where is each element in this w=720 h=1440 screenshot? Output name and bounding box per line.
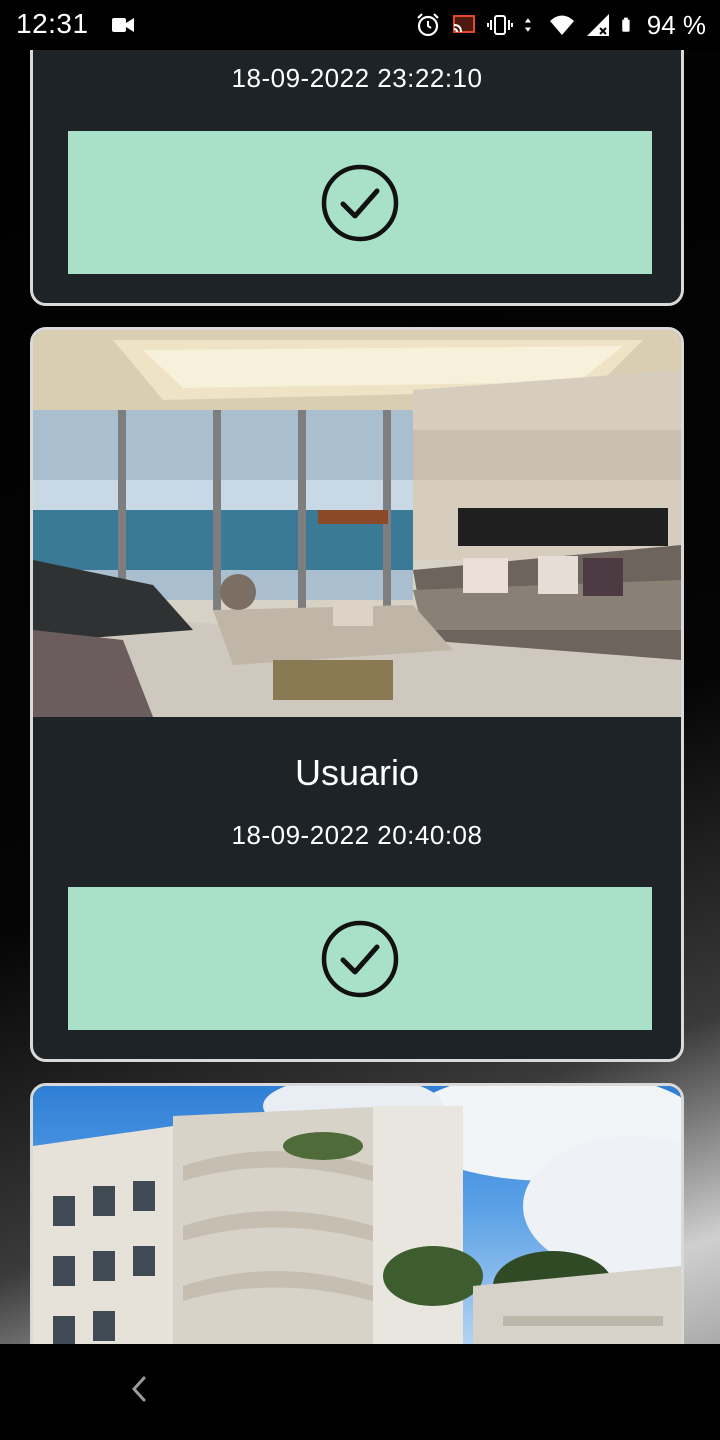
card-date: 18-09-2022 23:22:10 [231,63,483,93]
check-circle-icon [321,164,399,241]
battery-icon [621,17,630,32]
wifi-icon [549,15,574,35]
card-list[interactable]: 18-09-2022 23:22:10 Usuario 18-09-2022 2… [0,0,720,1344]
status-time: 12:31 [16,8,89,39]
property-card: Usuario 18-09-2022 20:40:08 [30,327,684,1062]
signal-icon [586,14,609,36]
check-circle-icon [321,920,399,997]
card-date: 18-09-2022 20:40:08 [231,820,483,850]
cast-icon [452,15,475,33]
data-arrows-icon [524,18,531,32]
confirm-button[interactable] [68,131,652,274]
battery-percent: 94 % [646,9,706,40]
living-room-photo [33,330,681,717]
property-card [30,1083,684,1344]
navigation-bar [0,1344,720,1440]
alarm-icon [416,13,439,37]
confirm-button[interactable] [68,887,652,1030]
back-icon[interactable] [128,1374,150,1404]
status-bar: 12:31 94 % [0,0,720,50]
video-camera-icon [112,18,134,32]
user-name: Usuario [294,752,420,793]
vibrate-icon [486,15,513,35]
building-photo [33,1086,681,1344]
